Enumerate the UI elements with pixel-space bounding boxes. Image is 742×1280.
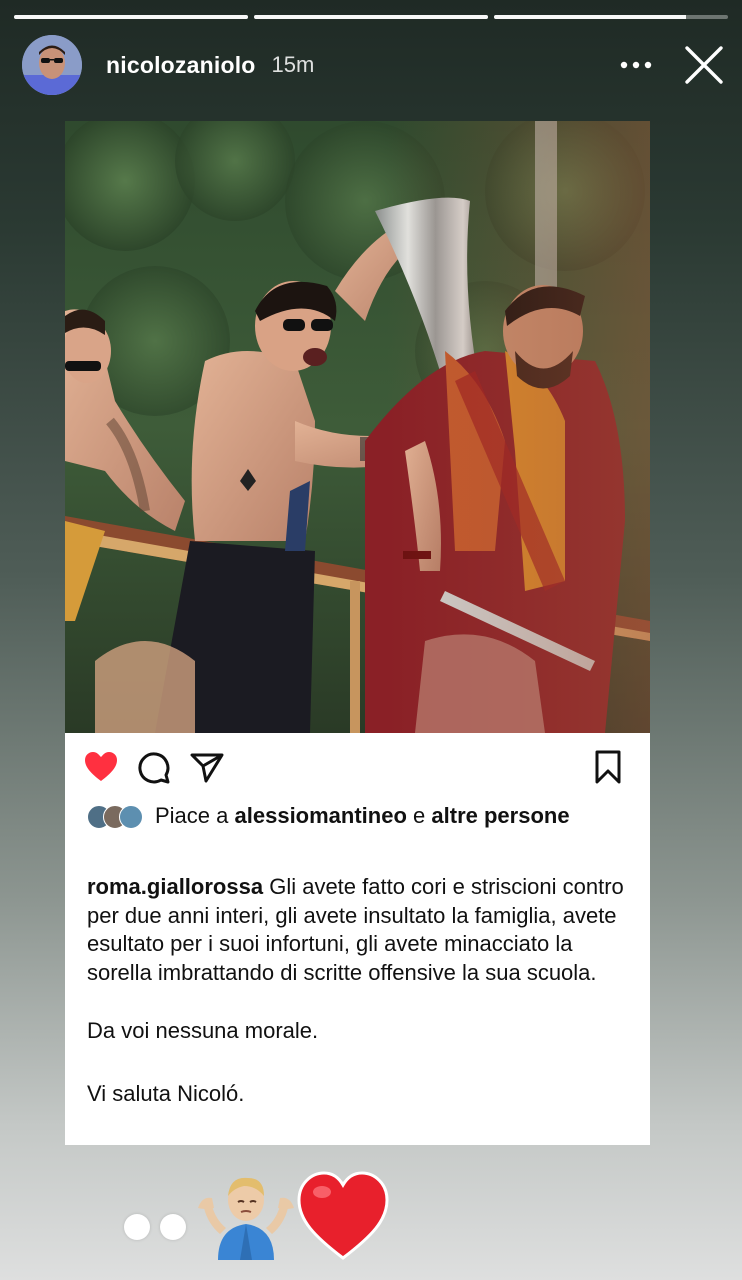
comment-button[interactable] [135,749,171,785]
likes-others-link[interactable]: altre persone [431,803,569,828]
caption-paragraph-2: Da voi nessuna morale. [87,1018,319,1044]
likes-conjunction: e [413,803,426,828]
progress-segment [494,15,728,19]
story-header: nicolozaniolo 15m [22,34,728,96]
post-caption: roma.giallorossa Gli avete fatto cori e … [87,873,624,1109]
timestamp: 15m [271,52,315,77]
progress-segment [254,15,488,19]
more-horizontal-icon [620,61,652,69]
dot-sticker [124,1214,150,1240]
comment-icon [138,752,170,784]
save-button[interactable] [590,749,626,785]
caption-paragraph: roma.giallorossa Gli avete fatto cori e … [87,873,624,987]
close-icon [685,46,723,84]
caption-paragraph-3: Vi saluta Nicoló. [87,1080,245,1106]
liker-avatar [119,805,143,829]
story-stickers [124,1168,424,1268]
like-button[interactable] [83,749,119,785]
shared-post[interactable]: Piace a alessiomantineo e altre persone … [65,121,650,1145]
more-options-button[interactable] [616,45,656,85]
likes-row[interactable]: Piace a alessiomantineo e altre persone [87,801,626,863]
post-photo [65,121,650,733]
post-actions [83,749,626,785]
person-shrugging-emoji [198,1177,294,1260]
likes-user-link[interactable]: alessiomantineo [235,803,407,828]
story-progress [14,15,728,19]
avatar-image [22,35,82,95]
red-heart-emoji [297,1171,389,1260]
username[interactable]: nicolozaniolo [106,52,256,79]
avatar[interactable] [22,35,82,95]
share-button[interactable] [189,749,225,785]
liker-avatars [87,805,149,829]
dot-sticker [160,1214,186,1240]
bookmark-icon [595,750,621,784]
share-icon [190,753,224,783]
progress-segment [14,15,248,19]
close-button[interactable] [682,43,726,87]
likes-prefix: Piace a [155,803,229,828]
likes-text: Piace a alessiomantineo e altre persone [155,801,575,831]
heart-icon [85,752,117,781]
caption-author[interactable]: roma.giallorossa [87,874,263,899]
